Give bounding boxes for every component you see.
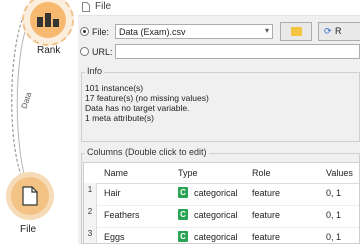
column-header-role[interactable]: Role bbox=[252, 168, 271, 178]
column-role-cell[interactable]: feature bbox=[252, 188, 280, 198]
file-radio-label: File: bbox=[92, 27, 110, 37]
categorical-type-icon: C bbox=[178, 231, 188, 242]
categorical-type-icon: C bbox=[178, 209, 188, 220]
info-line: 17 feature(s) (no missing values) bbox=[85, 93, 209, 103]
categorical-type-icon: C bbox=[178, 187, 188, 198]
info-line: Data has no target variable. bbox=[85, 103, 190, 113]
file-radio[interactable] bbox=[80, 27, 89, 36]
file-node-icon bbox=[11, 177, 49, 215]
table-row[interactable]: 3 Eggs C categorical feature 0, 1 bbox=[84, 227, 359, 243]
url-radio[interactable] bbox=[80, 47, 89, 56]
reload-button-label: R bbox=[335, 26, 342, 36]
columns-table[interactable]: Name Type Role Values 1 Hair C categoric… bbox=[83, 162, 360, 244]
row-number: 3 bbox=[84, 227, 97, 243]
info-line: 1 meta attribute(s) bbox=[85, 113, 154, 123]
workflow-canvas[interactable]: Rank Data File bbox=[0, 0, 79, 244]
info-line: 101 instance(s) bbox=[85, 83, 144, 93]
reload-button[interactable]: ⟳ R bbox=[318, 22, 360, 41]
info-group-title: Info bbox=[85, 66, 105, 76]
column-name-cell[interactable]: Hair bbox=[104, 188, 121, 198]
rank-node-label: Rank bbox=[37, 45, 61, 56]
table-row[interactable]: 2 Feathers C categorical feature 0, 1 bbox=[84, 205, 359, 228]
column-values-cell[interactable]: 0, 1 bbox=[326, 232, 341, 242]
row-number: 2 bbox=[84, 205, 97, 227]
column-role-cell[interactable]: feature bbox=[252, 210, 280, 220]
browse-folder-button[interactable] bbox=[280, 22, 312, 41]
folder-icon bbox=[291, 27, 302, 36]
column-type-cell[interactable]: categorical bbox=[194, 232, 238, 242]
columns-group-title: Columns (Double click to edit) bbox=[85, 147, 209, 157]
column-name-cell[interactable]: Feathers bbox=[104, 210, 140, 220]
column-values-cell[interactable]: 0, 1 bbox=[326, 210, 341, 220]
column-type-cell[interactable]: categorical bbox=[194, 210, 238, 220]
column-type-cell[interactable]: categorical bbox=[194, 188, 238, 198]
url-radio-label: URL: bbox=[92, 47, 113, 57]
column-role-cell[interactable]: feature bbox=[252, 232, 280, 242]
column-header-values[interactable]: Values bbox=[326, 168, 353, 178]
file-select[interactable]: Data (Exam).csv ▾ bbox=[115, 24, 273, 39]
row-number: 1 bbox=[84, 183, 97, 205]
reload-icon: ⟳ bbox=[324, 26, 332, 36]
url-input[interactable] bbox=[115, 44, 360, 59]
file-node-label: File bbox=[20, 224, 37, 235]
file-select-value: Data (Exam).csv bbox=[119, 27, 186, 37]
chevron-down-icon: ▾ bbox=[264, 26, 269, 35]
column-header-name[interactable]: Name bbox=[104, 168, 128, 178]
column-values-cell[interactable]: 0, 1 bbox=[326, 188, 341, 198]
column-name-cell[interactable]: Eggs bbox=[104, 232, 125, 242]
table-header: Name Type Role Values bbox=[84, 163, 359, 184]
window-title: File bbox=[95, 1, 112, 12]
file-node[interactable] bbox=[6, 172, 54, 220]
document-icon bbox=[82, 2, 90, 12]
title-bar[interactable]: File bbox=[78, 0, 360, 16]
column-header-type[interactable]: Type bbox=[178, 168, 198, 178]
table-row[interactable]: 1 Hair C categorical feature 0, 1 bbox=[84, 183, 359, 206]
rank-icon bbox=[30, 2, 66, 38]
